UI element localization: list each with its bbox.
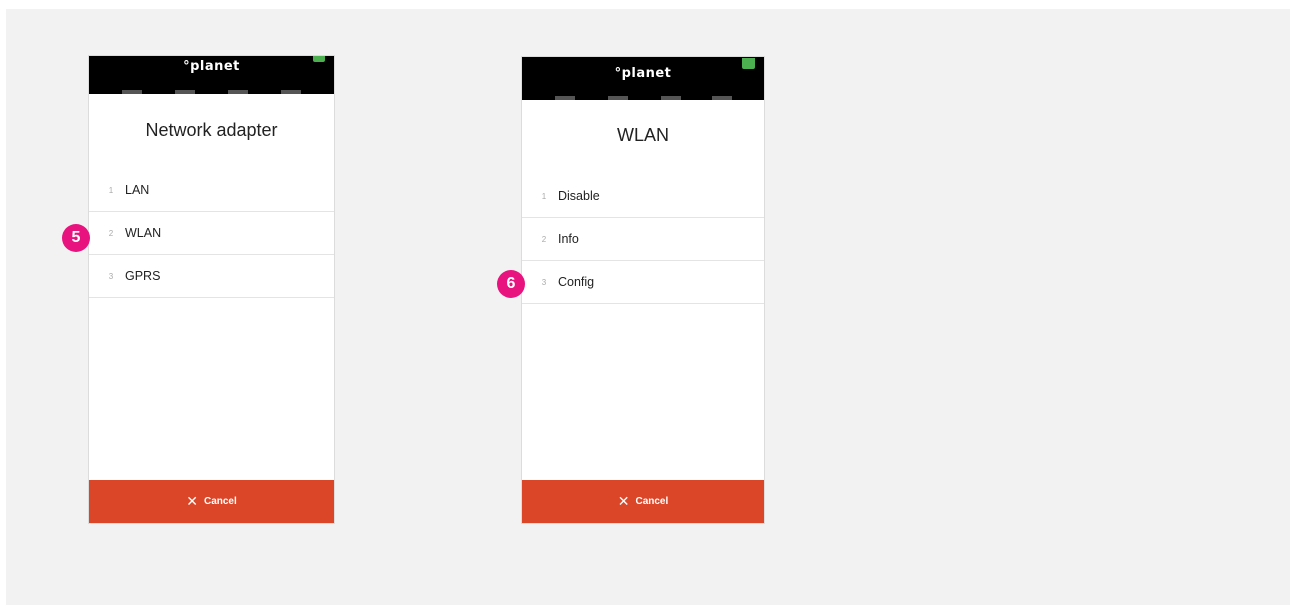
battery-icon bbox=[742, 58, 755, 69]
page-title: Network adapter bbox=[145, 120, 278, 140]
menu-item-gprs[interactable]: 3 GPRS bbox=[89, 255, 334, 298]
item-number: 2 bbox=[541, 234, 547, 244]
item-number: 2 bbox=[108, 228, 114, 238]
status-indicator bbox=[281, 90, 301, 94]
menu-item-wlan[interactable]: 2 WLAN bbox=[89, 212, 334, 255]
close-icon: ✕ bbox=[617, 493, 630, 509]
status-indicator bbox=[555, 96, 575, 100]
brand-logo: °planet bbox=[183, 59, 240, 74]
item-number: 1 bbox=[541, 191, 547, 201]
status-indicator bbox=[122, 90, 142, 94]
menu-item-lan[interactable]: 1 LAN bbox=[89, 169, 334, 212]
close-icon: ✕ bbox=[186, 493, 198, 509]
menu-item-info[interactable]: 2 Info bbox=[522, 218, 764, 261]
status-bar: °planet bbox=[522, 57, 764, 100]
item-label: GPRS bbox=[125, 269, 161, 283]
page-title: WLAN bbox=[616, 125, 669, 145]
status-bar: °planet bbox=[89, 56, 334, 94]
cancel-button[interactable]: ✕ Cancel bbox=[522, 480, 764, 523]
item-label: WLAN bbox=[125, 226, 162, 240]
step-badge: 5 bbox=[62, 224, 90, 252]
item-number: 3 bbox=[108, 271, 114, 281]
item-number: 1 bbox=[108, 185, 114, 195]
menu-list: 1 Disable 2 Info 3 Config bbox=[522, 175, 764, 304]
menu-list: 1 LAN 2 WLAN 3 GPRS bbox=[89, 169, 334, 298]
status-indicator bbox=[228, 90, 248, 94]
item-label: LAN bbox=[125, 183, 150, 197]
step-badge: 6 bbox=[497, 270, 525, 298]
item-label: Disable bbox=[558, 189, 600, 203]
status-indicator bbox=[608, 96, 628, 100]
menu-item-disable[interactable]: 1 Disable bbox=[522, 175, 764, 218]
cancel-button[interactable]: ✕ Cancel bbox=[89, 480, 334, 523]
brand-logo: °planet bbox=[614, 66, 672, 81]
item-number: 3 bbox=[541, 277, 547, 287]
screen-wlan: °planet WLAN 1 Disable 2 Info 3 Config ✕… bbox=[522, 57, 764, 523]
cancel-label: Cancel bbox=[635, 496, 669, 507]
cancel-label: Cancel bbox=[203, 496, 237, 507]
status-indicator bbox=[175, 90, 195, 94]
menu-item-config[interactable]: 3 Config bbox=[522, 261, 764, 304]
item-label: Config bbox=[558, 275, 595, 289]
screen-network-adapter: °planet Network adapter 1 LAN 2 WLAN 3 G… bbox=[89, 56, 334, 523]
status-indicator bbox=[712, 96, 732, 100]
battery-icon bbox=[313, 56, 325, 62]
item-label: Info bbox=[558, 232, 579, 246]
status-indicator bbox=[661, 96, 681, 100]
